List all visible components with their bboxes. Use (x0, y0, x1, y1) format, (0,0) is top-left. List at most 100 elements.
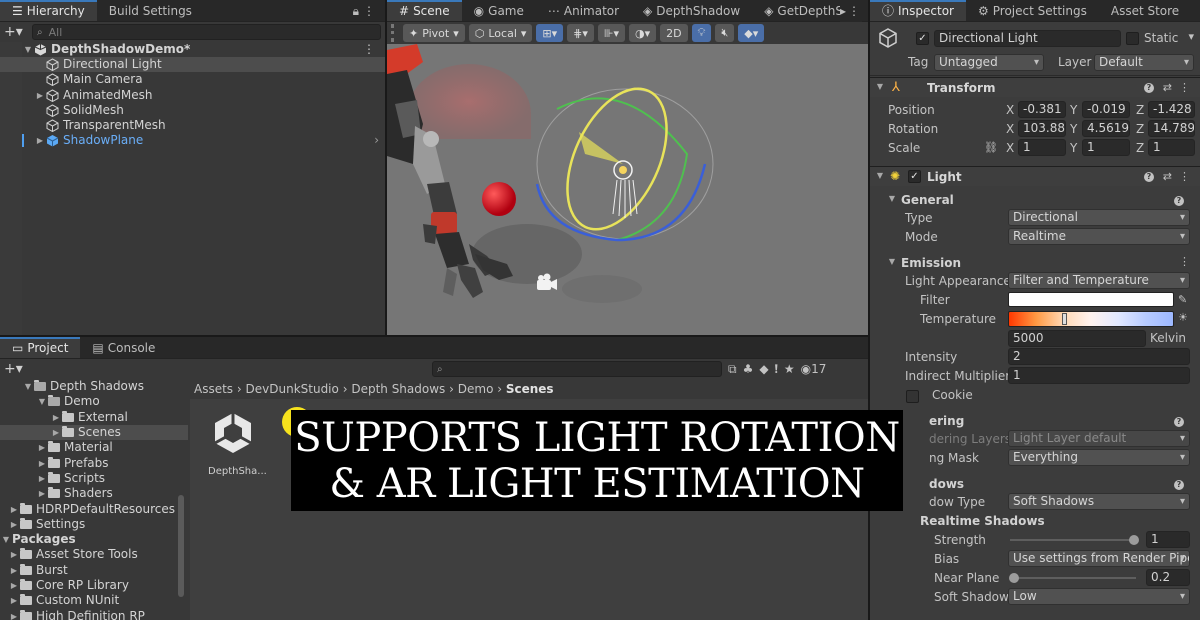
expand-arrow-icon[interactable]: ▼ (36, 394, 48, 409)
breadcrumb-item[interactable]: Assets (194, 382, 233, 396)
rotation-y-field[interactable]: 4.56199 (1082, 120, 1130, 137)
preset-icon[interactable]: ⇄ (1163, 170, 1172, 183)
collapse-arrow-icon[interactable]: ▶ (8, 563, 20, 578)
drag-handle-icon[interactable] (391, 24, 399, 42)
increment-snap-button[interactable]: ⊪▾ (597, 24, 626, 42)
expand-arrow-icon[interactable]: ▼ (22, 379, 34, 394)
light-appearance-dropdown[interactable]: Filter and Temperature (1008, 272, 1190, 289)
object-name-field[interactable]: Directional Light (934, 30, 1121, 47)
collapse-arrow-icon[interactable]: ▶ (34, 88, 46, 103)
solid-mesh-sphere[interactable] (482, 182, 516, 216)
light-mode-dropdown[interactable]: Realtime (1008, 228, 1190, 245)
lock-icon[interactable]: 🔒︎ (353, 4, 363, 18)
breadcrumb-current[interactable]: Scenes (506, 382, 554, 396)
expand-arrow-icon[interactable]: ▼ (0, 532, 12, 547)
favorite-star-icon[interactable]: ★ (784, 362, 795, 376)
light-gizmo-icon[interactable]: ☀ (1178, 311, 1188, 324)
emission-section-title[interactable]: Emission (901, 255, 961, 271)
bias-dropdown[interactable]: Use settings from Render Pipe (1008, 550, 1190, 567)
help-icon[interactable]: ? (1174, 480, 1184, 490)
tab-hierarchy[interactable]: ☰ Hierarchy (0, 0, 97, 21)
folder-tree-item[interactable]: ▶ High Definition RP (0, 608, 188, 620)
search-by-label-icon[interactable]: ♣ (743, 362, 754, 376)
folder-tree-scrollbar[interactable] (178, 495, 184, 597)
lighting-toggle-button[interactable]: 💡︎ (691, 24, 712, 42)
near-plane-slider-thumb[interactable] (1009, 573, 1019, 583)
project-search-input[interactable]: ⌕ (432, 361, 722, 377)
tab-project[interactable]: ▭ Project (0, 337, 81, 358)
transform-header[interactable]: ▼ ⅄ Transform ? ⇄ ⋮ (870, 77, 1200, 97)
scale-x-field[interactable]: 1 (1018, 139, 1066, 156)
collapse-arrow-icon[interactable]: ▶ (8, 593, 20, 608)
hierarchy-item-transparent-mesh[interactable]: TransparentMesh (0, 118, 385, 133)
add-object-button[interactable]: +▾ (4, 24, 26, 40)
effects-button[interactable]: ◆▾ (738, 24, 765, 42)
folder-tree-item[interactable]: ▶ Scripts (0, 471, 188, 486)
tab-project-settings[interactable]: ⚙ Project Settings (966, 0, 1099, 21)
general-section-title[interactable]: General (901, 192, 954, 208)
folder-tree-item[interactable]: ▶ HDRPDefaultResources (0, 501, 188, 516)
light-header[interactable]: ▼ ✺ ✓ Light ? ⇄ ⋮ (870, 166, 1200, 186)
tab-depthshadow[interactable]: ◈ DepthShadow (631, 0, 752, 21)
help-icon[interactable]: ? (1144, 83, 1154, 93)
strength-field[interactable]: 1 (1146, 531, 1190, 548)
more-icon[interactable]: ⋮ (1179, 255, 1190, 268)
scale-z-field[interactable]: 1 (1148, 139, 1195, 156)
collapse-arrow-icon[interactable]: ▶ (8, 578, 20, 593)
folder-tree-item[interactable]: ▶ External (0, 410, 188, 425)
create-asset-button[interactable]: +▾ (4, 361, 26, 377)
folder-tree-item[interactable]: ▶ Asset Store Tools (0, 547, 188, 562)
static-dropdown-icon[interactable]: ▾ (1188, 30, 1194, 43)
position-z-field[interactable]: -1.428 (1148, 101, 1195, 118)
more-icon[interactable]: ⋮ (1179, 81, 1190, 94)
scene-viewport[interactable] (387, 44, 868, 335)
hierarchy-item-directional-light[interactable]: Directional Light (0, 57, 385, 73)
breadcrumb-item[interactable]: Demo (458, 382, 494, 396)
hierarchy-item-animated-mesh[interactable]: ▶ AnimatedMesh (0, 88, 385, 103)
local-dropdown[interactable]: ⬡ Local ▾ (468, 24, 533, 42)
hierarchy-tab-menu[interactable]: 🔒︎⋮ (353, 0, 379, 22)
collapse-arrow-icon[interactable]: ▶ (36, 471, 48, 486)
folder-tree-item[interactable]: ▶ Core RP Library (0, 578, 188, 593)
help-icon[interactable]: ? (1174, 417, 1184, 427)
shadow-type-dropdown[interactable]: Soft Shadows (1008, 493, 1190, 510)
strength-slider-track[interactable] (1010, 539, 1136, 541)
tab-inspector[interactable]: ⓘ Inspector (870, 0, 966, 21)
warning-filter-icon[interactable]: ❗︎ (775, 362, 778, 377)
breadcrumb-item[interactable]: DevDunkStudio (246, 382, 339, 396)
rotation-z-field[interactable]: 14.7899 (1148, 120, 1195, 137)
static-checkbox[interactable] (1126, 32, 1139, 45)
expand-arrow-icon[interactable]: ▼ (22, 42, 34, 57)
folder-tree-item[interactable]: ▼ Packages (0, 532, 188, 547)
collapse-arrow-icon[interactable]: ▶ (34, 133, 46, 148)
collapse-arrow-icon[interactable]: ▶ (8, 547, 20, 562)
pivot-dropdown[interactable]: ✦ Pivot ▾ (403, 24, 465, 42)
temperature-value-field[interactable]: 5000 (1008, 330, 1146, 347)
collapse-arrow-icon[interactable]: ▶ (8, 517, 20, 532)
expand-arrow-icon[interactable]: ▼ (886, 194, 898, 203)
help-icon[interactable]: ? (1144, 172, 1154, 182)
tab-console[interactable]: ▤ Console (80, 337, 167, 358)
folder-tree-item[interactable]: ▶ Shaders (0, 486, 188, 501)
indirect-multiplier-field[interactable]: 1 (1008, 367, 1190, 384)
breadcrumb-item[interactable]: Depth Shadows (351, 382, 445, 396)
light-type-dropdown[interactable]: Directional (1008, 209, 1190, 226)
folder-tree-item[interactable]: ▼ Depth Shadows (0, 379, 188, 394)
collapse-arrow-icon[interactable]: ▶ (36, 486, 48, 501)
shadows-section-title[interactable]: dows (929, 476, 964, 492)
collapse-arrow-icon[interactable]: ▶ (50, 410, 62, 425)
cookie-object-field-icon[interactable] (906, 390, 919, 403)
more-icon[interactable]: ⋮ (1179, 170, 1190, 183)
shading-mode-button[interactable]: ◑▾ (629, 24, 657, 42)
filter-color-field[interactable] (1008, 292, 1174, 307)
grid-snap-button[interactable]: ⊞▾ (536, 24, 564, 42)
help-icon[interactable]: ? (1174, 196, 1184, 206)
hierarchy-item-solid-mesh[interactable]: SolidMesh (0, 103, 385, 118)
scale-y-field[interactable]: 1 (1082, 139, 1130, 156)
collapse-arrow-icon[interactable]: ▶ (50, 425, 62, 440)
search-by-type-icon[interactable]: ⧉ (728, 362, 737, 377)
folder-tree-item[interactable]: ▼ Demo (0, 394, 188, 409)
tab-game[interactable]: ◉ Game (462, 0, 536, 21)
more-icon[interactable]: ⋮ (363, 4, 379, 18)
scene-asset-item[interactable]: DepthSha... (208, 409, 267, 477)
